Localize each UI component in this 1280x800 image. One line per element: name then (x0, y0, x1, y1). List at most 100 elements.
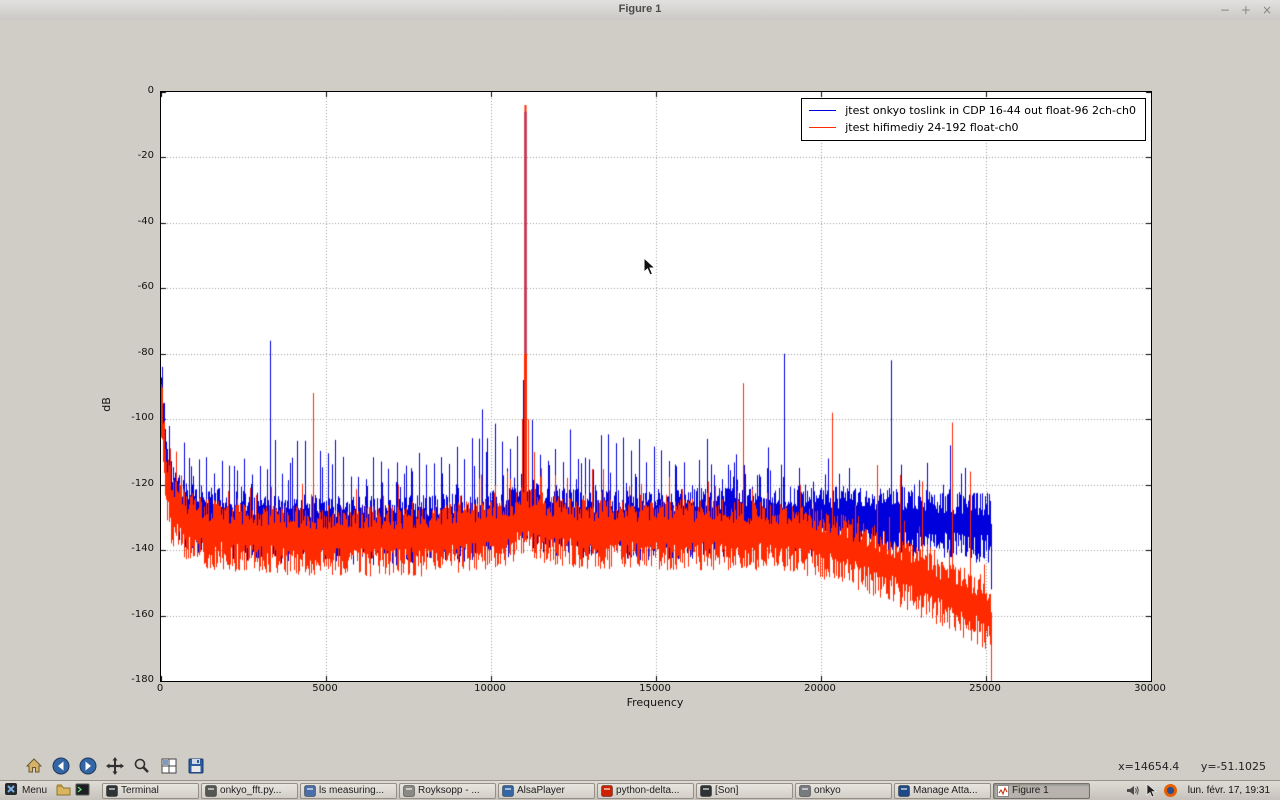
volume-icon[interactable] (1125, 783, 1140, 798)
file-manager-launcher[interactable] (55, 782, 72, 799)
back-button[interactable] (49, 756, 73, 779)
task-label: AlsaPlayer (517, 785, 565, 796)
music-icon (403, 784, 416, 797)
x-tick-label: 15000 (639, 683, 671, 694)
home-button[interactable] (22, 756, 46, 779)
y-tick-label: -120 (131, 477, 154, 489)
y-tick-label: -140 (131, 543, 154, 555)
legend-label: jtest onkyo toslink in CDP 16-44 out flo… (845, 104, 1136, 117)
cursor-y-readout: y=-51.1025 (1200, 760, 1266, 773)
x-tick-label: 10000 (474, 683, 506, 694)
taskbar-window-button[interactable]: Terminal (102, 782, 200, 799)
sound-window-icon (700, 784, 713, 797)
legend-entry: jtest onkyo toslink in CDP 16-44 out flo… (809, 102, 1136, 119)
python-icon (601, 784, 614, 797)
applications-icon (4, 782, 18, 799)
x-tick-label: 30000 (1134, 683, 1166, 694)
task-label: [Son] (715, 785, 739, 796)
window-controls: − + × (1220, 2, 1272, 18)
y-axis-label: dB (99, 397, 113, 412)
y-tick-label: -100 (131, 412, 154, 424)
legend-line-sample (809, 110, 837, 111)
taskbar-window-button[interactable]: Royksopp - ... (399, 782, 497, 799)
forward-button[interactable] (76, 756, 100, 779)
close-button[interactable]: × (1262, 2, 1272, 18)
x-axis-label: Frequency (626, 696, 684, 709)
task-label: Royksopp - ... (418, 785, 480, 796)
zoom-icon (132, 756, 152, 780)
file-manager-icon (56, 782, 71, 800)
taskbar-window-button[interactable]: AlsaPlayer (498, 782, 596, 799)
task-label: onkyo (814, 785, 841, 796)
pan-button[interactable] (103, 756, 127, 779)
desktop: Figure 1 − + × jtest onkyo toslink in CD… (0, 0, 1280, 800)
task-label: onkyo_fft.py... (220, 785, 282, 796)
subplots-icon (159, 756, 179, 780)
legend-entry: jtest hifimediy 24-192 float-ch0 (809, 119, 1136, 136)
terminal-icon (106, 784, 119, 797)
menu-label: Menu (22, 785, 48, 796)
spectrum-plot-canvas[interactable] (161, 92, 1151, 681)
task-label: python-delta... (616, 785, 680, 796)
x-tick-label: 5000 (312, 683, 338, 694)
y-tick-label: -160 (131, 608, 154, 620)
system-tray (1121, 783, 1182, 798)
y-tick-label: -80 (137, 346, 154, 358)
quick-launchers (54, 782, 92, 799)
taskbar: Menu Terminal onkyo_fft.py... ls measuring… (0, 780, 1280, 800)
x-tick-label: 20000 (804, 683, 836, 694)
task-label: Manage Atta... (913, 785, 978, 796)
legend-label: jtest hifimediy 24-192 float-ch0 (845, 121, 1019, 134)
window-titlebar[interactable]: Figure 1 − + × (0, 0, 1280, 21)
task-label: Terminal (121, 785, 159, 796)
toolbar-buttons (22, 756, 211, 779)
attachment-icon (898, 784, 911, 797)
forward-icon (78, 756, 98, 780)
arrow-cursor-icon (643, 256, 657, 276)
figure-canvas: jtest onkyo toslink in CDP 16-44 out flo… (0, 20, 1280, 755)
firefox-icon[interactable] (1163, 783, 1178, 798)
plot-axes[interactable]: jtest onkyo toslink in CDP 16-44 out flo… (160, 91, 1152, 682)
task-label: Figure 1 (1012, 785, 1049, 796)
zoom-button[interactable] (130, 756, 154, 779)
menu-button[interactable]: Menu (0, 781, 54, 800)
mpl-toolbar: x=14654.4 y=-51.1025 (0, 755, 1280, 780)
legend: jtest onkyo toslink in CDP 16-44 out flo… (801, 98, 1146, 141)
legend-line-sample (809, 127, 837, 128)
taskbar-window-button[interactable]: [Son] (696, 782, 794, 799)
save-button[interactable] (184, 756, 208, 779)
terminal-launcher-icon (75, 782, 90, 800)
maximize-button[interactable]: + (1241, 2, 1251, 18)
task-label: ls measuring... (319, 785, 385, 796)
taskbar-window-button[interactable]: ls measuring... (300, 782, 398, 799)
player-icon (502, 784, 515, 797)
terminal-launcher-launcher[interactable] (74, 782, 91, 799)
y-tick-label: -40 (137, 215, 154, 227)
save-icon (186, 756, 206, 780)
figure-icon (997, 784, 1010, 797)
taskbar-window-button[interactable]: onkyo (795, 782, 893, 799)
taskbar-window-button[interactable]: onkyo_fft.py... (201, 782, 299, 799)
cursor-x-readout: x=14654.4 (1118, 760, 1180, 773)
cursor-coordinates: x=14654.4 y=-51.1025 (1100, 760, 1266, 773)
mouse-cursor (643, 256, 657, 277)
window-tasklist: Terminal onkyo_fft.py... ls measuring... Ro… (102, 782, 1115, 799)
taskbar-window-button[interactable]: python-delta... (597, 782, 695, 799)
folder-icon (799, 784, 812, 797)
search-icon (304, 784, 317, 797)
script-icon (205, 784, 218, 797)
pointer-icon[interactable] (1145, 783, 1158, 798)
window-title: Figure 1 (618, 3, 662, 15)
y-tick-label: -20 (137, 150, 154, 162)
pan-icon (105, 756, 125, 780)
y-tick-label: 0 (147, 85, 154, 96)
y-tick-label: -60 (137, 281, 154, 293)
taskbar-window-button[interactable]: Manage Atta... (894, 782, 992, 799)
y-tick-label: -180 (131, 674, 154, 685)
subplots-button[interactable] (157, 756, 181, 779)
taskbar-window-button[interactable]: Figure 1 (993, 782, 1091, 799)
home-icon (24, 756, 44, 780)
x-tick-label: 25000 (969, 683, 1001, 694)
clock: lun. févr. 17, 19:31 (1187, 785, 1270, 796)
minimize-button[interactable]: − (1220, 2, 1230, 18)
